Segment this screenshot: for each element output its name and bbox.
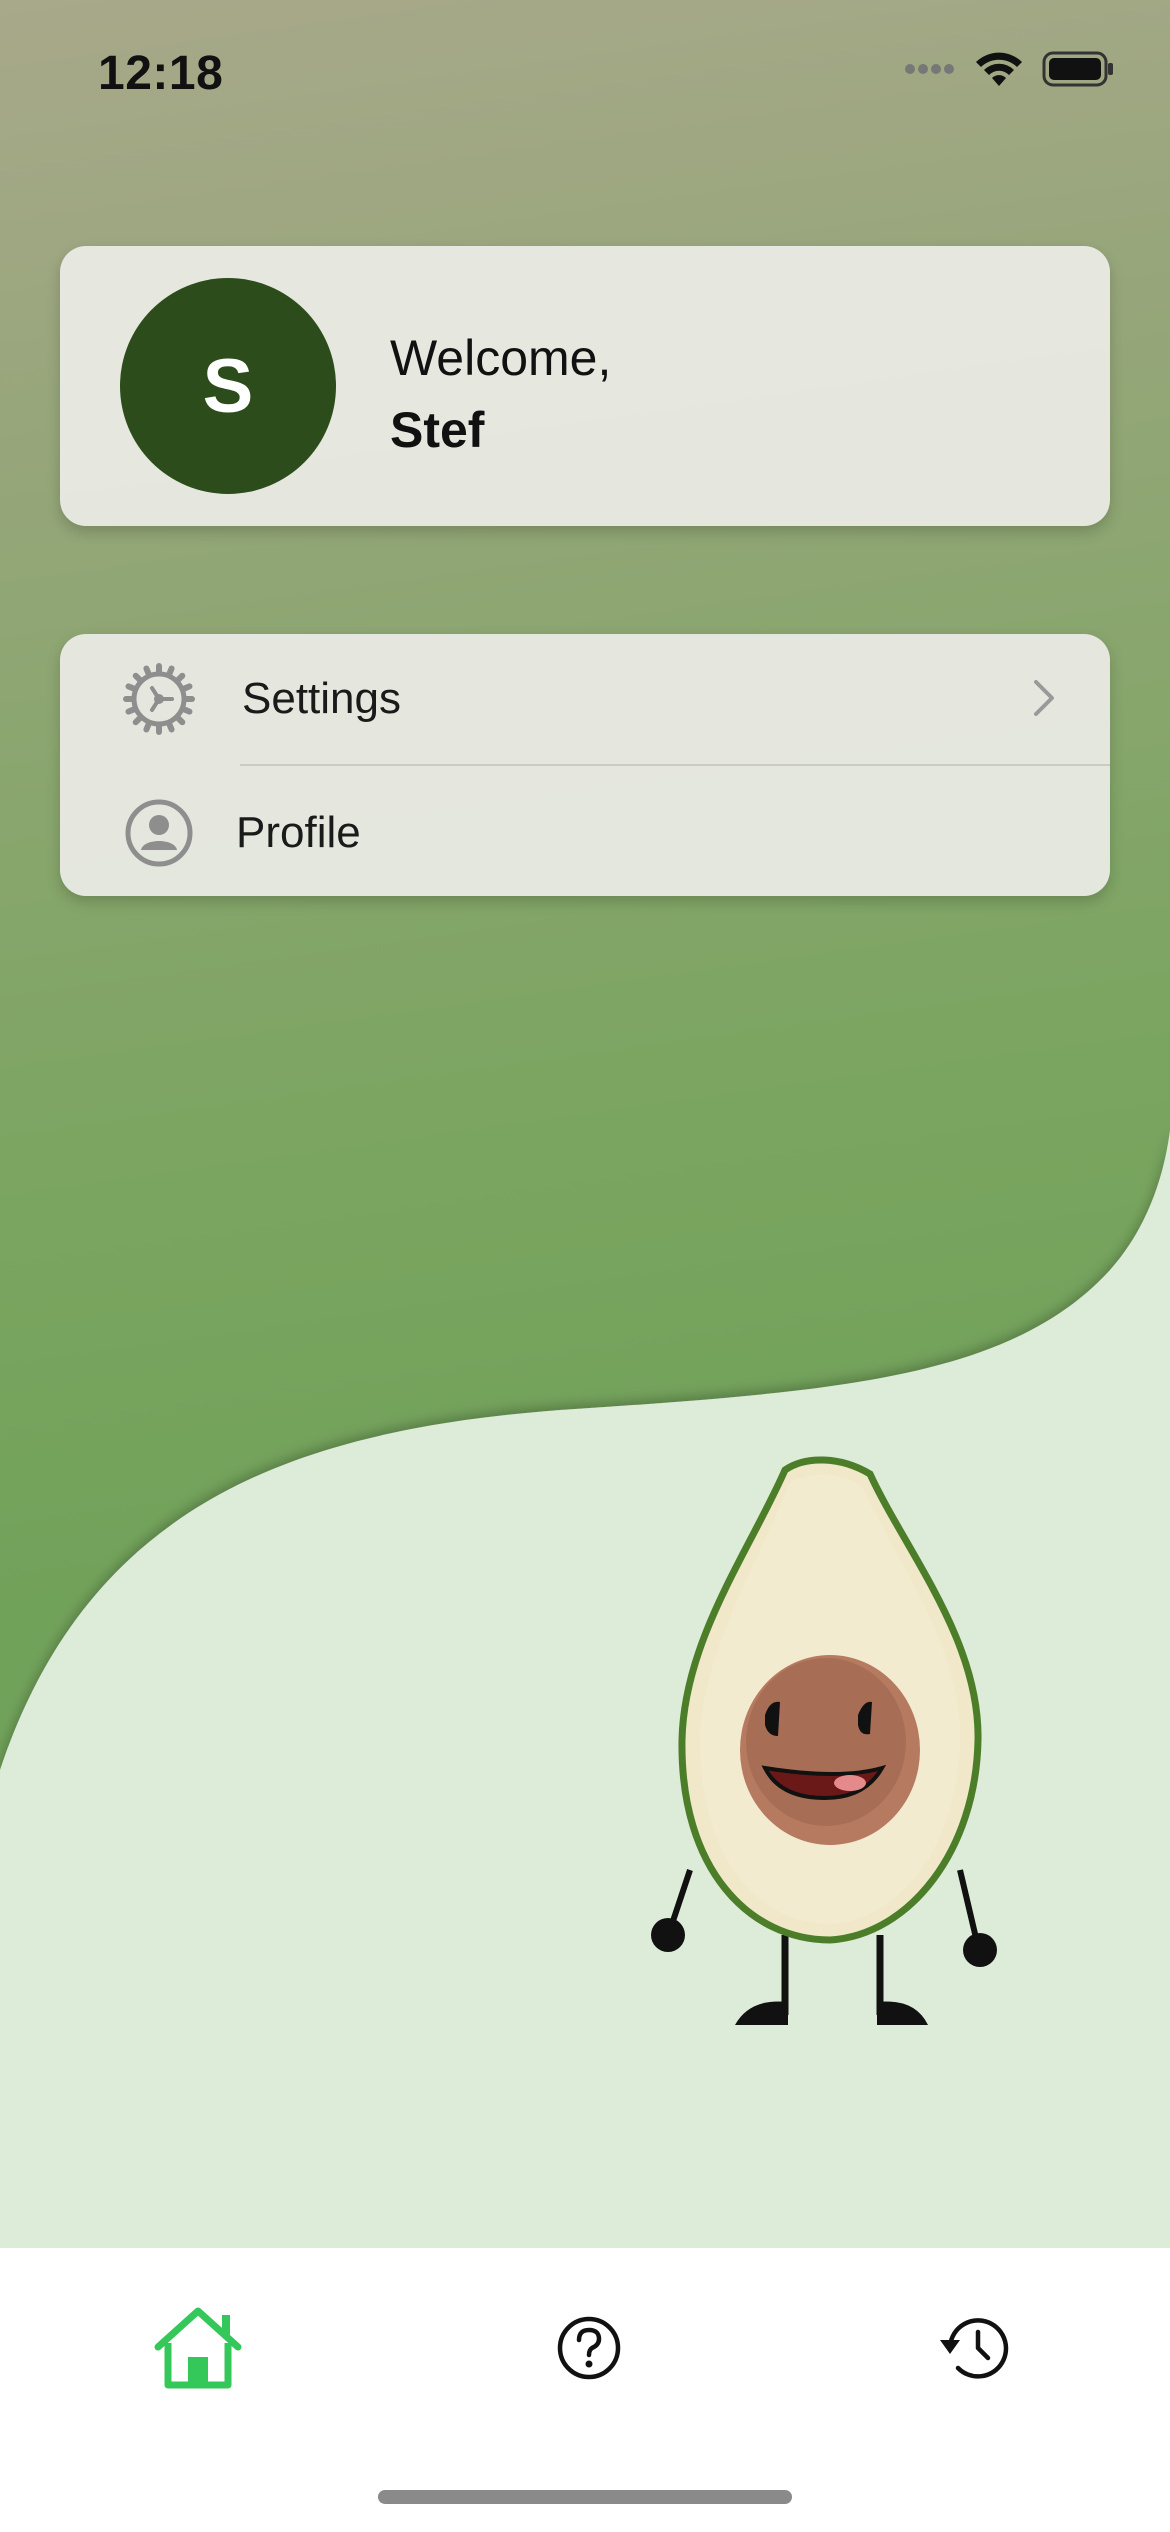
settings-row[interactable]: Settings — [60, 634, 1110, 764]
chevron-right-icon — [1034, 680, 1054, 716]
home-indicator[interactable] — [378, 2490, 792, 2504]
gear-icon — [123, 663, 195, 735]
welcome-greeting: Welcome, — [390, 330, 612, 386]
home-icon — [154, 2307, 242, 2389]
welcome-user-name: Stef — [390, 402, 485, 458]
profile-label: Profile — [236, 808, 361, 857]
status-icons — [904, 50, 1114, 88]
status-time: 12:18 — [98, 47, 224, 100]
wifi-icon — [976, 52, 1022, 86]
avocado-mascot-illustration — [651, 1456, 997, 2025]
avatar[interactable]: S — [120, 278, 336, 494]
tab-home[interactable] — [143, 2298, 253, 2398]
welcome-card: S Welcome, Stef — [60, 246, 1110, 526]
tab-history[interactable] — [920, 2298, 1030, 2398]
person-circle-icon — [125, 799, 193, 867]
question-circle-icon — [557, 2316, 621, 2380]
welcome-text: Welcome, Stef — [390, 322, 611, 466]
battery-icon — [1042, 51, 1113, 87]
profile-row[interactable]: Profile — [60, 766, 1110, 896]
settings-label: Settings — [242, 674, 401, 723]
status-bar: 12:18 — [0, 0, 1170, 150]
tab-help[interactable] — [534, 2298, 644, 2398]
cellular-signal-icon — [905, 64, 954, 74]
history-icon — [940, 2318, 1009, 2379]
menu-card: Settings Profile — [60, 634, 1110, 896]
